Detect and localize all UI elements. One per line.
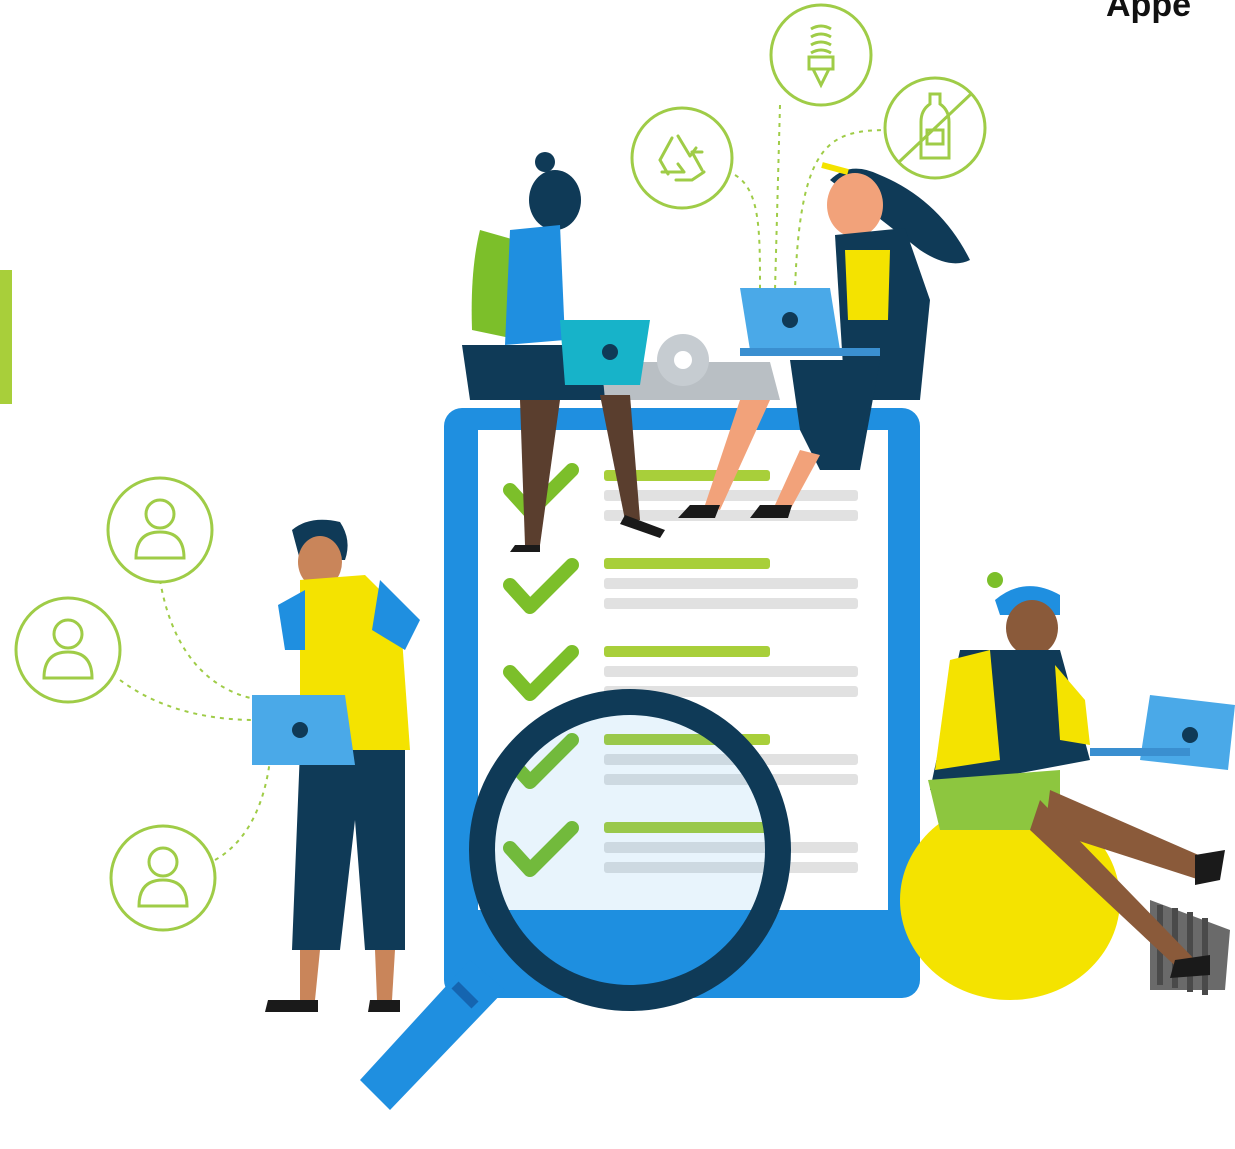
recycle-icon: [630, 106, 734, 210]
person-icon: [106, 476, 214, 584]
lightbulb-icon: [769, 3, 873, 107]
magnifying-glass-icon: [360, 689, 791, 1110]
person-icon: [14, 596, 122, 704]
person-on-lightbulb: [900, 572, 1235, 1000]
person-standing-left: [252, 519, 420, 1012]
no-plastic-bottle-icon: [883, 76, 987, 180]
survey-illustration: [14, 3, 1235, 1110]
person-icon: [109, 824, 217, 932]
person-sitting-right: [678, 162, 970, 518]
